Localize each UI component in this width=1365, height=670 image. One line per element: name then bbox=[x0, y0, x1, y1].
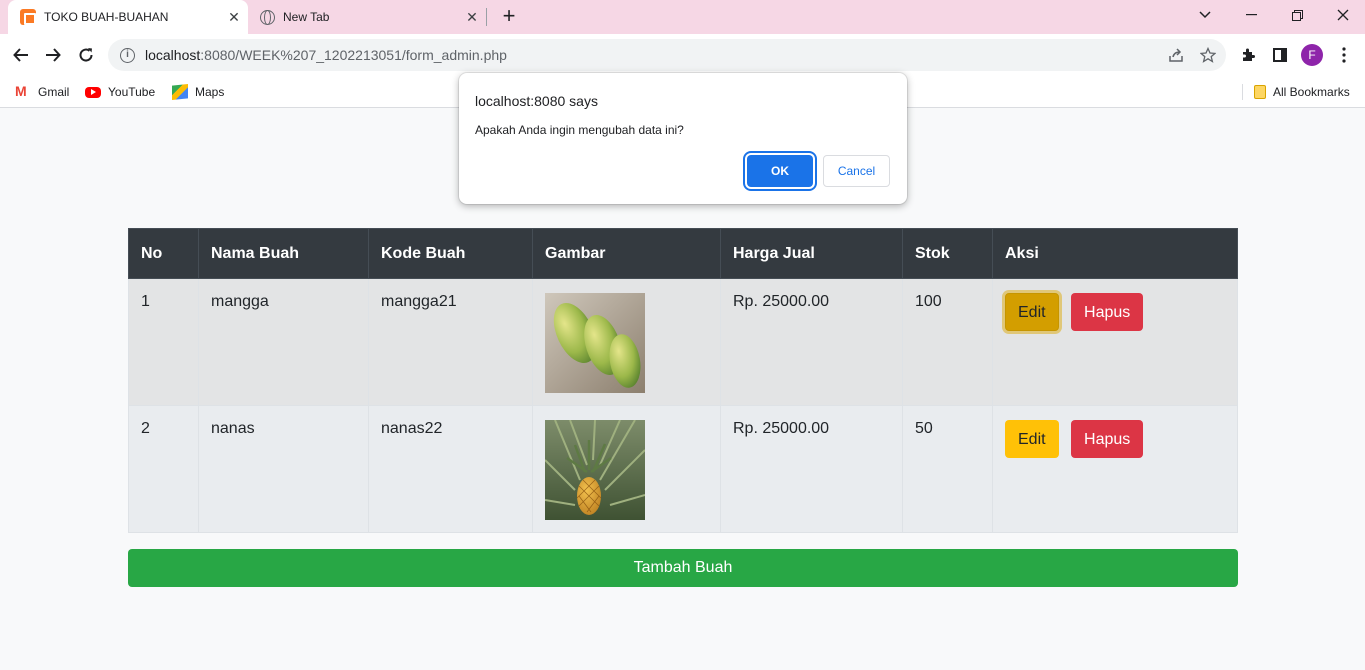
tab-title: New Tab bbox=[283, 10, 330, 24]
header-kode-buah: Kode Buah bbox=[368, 228, 533, 279]
cell-no: 2 bbox=[128, 405, 199, 533]
globe-icon bbox=[260, 9, 275, 25]
bookmarks-separator bbox=[1242, 84, 1243, 100]
pineapple-image bbox=[545, 420, 645, 520]
delete-button[interactable]: Hapus bbox=[1071, 293, 1144, 331]
edit-button[interactable]: Edit bbox=[1005, 420, 1059, 458]
tab-strip: TOKO BUAH-BUAHAN ✕ New Tab ✕ + bbox=[0, 0, 1365, 34]
bookmark-star-icon[interactable] bbox=[1198, 45, 1218, 65]
cell-harga: Rp. 25000.00 bbox=[720, 405, 903, 533]
cell-kode: nanas22 bbox=[368, 405, 533, 533]
tab-search-icon[interactable] bbox=[1182, 0, 1228, 30]
ok-button[interactable]: OK bbox=[747, 155, 813, 187]
header-nama-buah: Nama Buah bbox=[198, 228, 369, 279]
confirm-dialog: localhost:8080 says Apakah Anda ingin me… bbox=[459, 73, 907, 204]
folder-icon bbox=[1254, 85, 1266, 99]
table-row: 2 nanas nanas22 Rp. 25000.00 50 Edit Hap… bbox=[128, 405, 1238, 533]
cell-gambar bbox=[532, 405, 721, 533]
address-bar[interactable]: i localhost:8080/WEEK%207_1202213051/for… bbox=[108, 39, 1226, 71]
forward-arrow-icon[interactable] bbox=[38, 40, 68, 70]
url-text: localhost:8080/WEEK%207_1202213051/form_… bbox=[145, 47, 507, 63]
restore-icon[interactable] bbox=[1274, 0, 1320, 30]
browser-toolbar: i localhost:8080/WEEK%207_1202213051/for… bbox=[0, 34, 1365, 76]
dialog-message: Apakah Anda ingin mengubah data ini? bbox=[475, 123, 684, 137]
new-tab-icon[interactable]: + bbox=[497, 5, 521, 29]
cell-nama: mangga bbox=[198, 278, 369, 406]
cell-harga: Rp. 25000.00 bbox=[720, 278, 903, 406]
cancel-button[interactable]: Cancel bbox=[823, 155, 890, 187]
close-tab-icon[interactable]: ✕ bbox=[458, 9, 486, 26]
table-header-row: No Nama Buah Kode Buah Gambar Harga Jual… bbox=[128, 228, 1238, 279]
cell-stok: 50 bbox=[902, 405, 993, 533]
all-bookmarks[interactable]: All Bookmarks bbox=[1254, 82, 1350, 102]
bookmark-gmail[interactable]: Gmail bbox=[15, 82, 69, 102]
cell-stok: 100 bbox=[902, 278, 993, 406]
info-icon[interactable]: i bbox=[120, 47, 135, 63]
youtube-icon bbox=[85, 86, 101, 98]
cell-aksi: Edit Hapus bbox=[992, 278, 1238, 406]
delete-button[interactable]: Hapus bbox=[1071, 420, 1144, 458]
dialog-title: localhost:8080 says bbox=[475, 93, 598, 109]
tab-new-tab[interactable]: New Tab ✕ bbox=[250, 0, 486, 34]
header-aksi: Aksi bbox=[992, 228, 1238, 279]
cell-kode: mangga21 bbox=[368, 278, 533, 406]
tab-toko-buah[interactable]: TOKO BUAH-BUAHAN ✕ bbox=[8, 0, 248, 34]
xampp-icon bbox=[20, 9, 36, 25]
header-no: No bbox=[128, 228, 199, 279]
close-tab-icon[interactable]: ✕ bbox=[220, 9, 248, 26]
side-panel-icon[interactable] bbox=[1270, 45, 1290, 65]
edit-button[interactable]: Edit bbox=[1005, 293, 1059, 331]
fruit-table: No Nama Buah Kode Buah Gambar Harga Jual… bbox=[128, 228, 1238, 533]
reload-icon[interactable] bbox=[71, 40, 101, 70]
mango-image bbox=[545, 293, 645, 393]
cell-aksi: Edit Hapus bbox=[992, 405, 1238, 533]
back-arrow-icon[interactable] bbox=[6, 40, 36, 70]
cell-gambar bbox=[532, 278, 721, 406]
bookmark-maps[interactable]: Maps bbox=[172, 82, 224, 102]
more-menu-icon[interactable] bbox=[1334, 45, 1354, 65]
profile-avatar[interactable]: F bbox=[1301, 44, 1323, 66]
extensions-icon[interactable] bbox=[1238, 45, 1258, 65]
close-window-icon[interactable] bbox=[1320, 0, 1365, 30]
maps-icon bbox=[172, 84, 188, 100]
header-gambar: Gambar bbox=[532, 228, 721, 279]
header-harga-jual: Harga Jual bbox=[720, 228, 903, 279]
tab-separator bbox=[486, 8, 487, 26]
cell-no: 1 bbox=[128, 278, 199, 406]
add-fruit-button[interactable]: Tambah Buah bbox=[128, 549, 1238, 587]
table-row: 1 mangga mangga21 Rp. 25000.00 100 Edit … bbox=[128, 278, 1238, 406]
header-stok: Stok bbox=[902, 228, 993, 279]
cell-nama: nanas bbox=[198, 405, 369, 533]
gmail-icon bbox=[15, 83, 31, 100]
share-icon[interactable] bbox=[1166, 45, 1186, 65]
bookmark-youtube[interactable]: YouTube bbox=[85, 82, 155, 102]
tab-title: TOKO BUAH-BUAHAN bbox=[44, 10, 169, 24]
minimize-icon[interactable] bbox=[1228, 0, 1274, 30]
